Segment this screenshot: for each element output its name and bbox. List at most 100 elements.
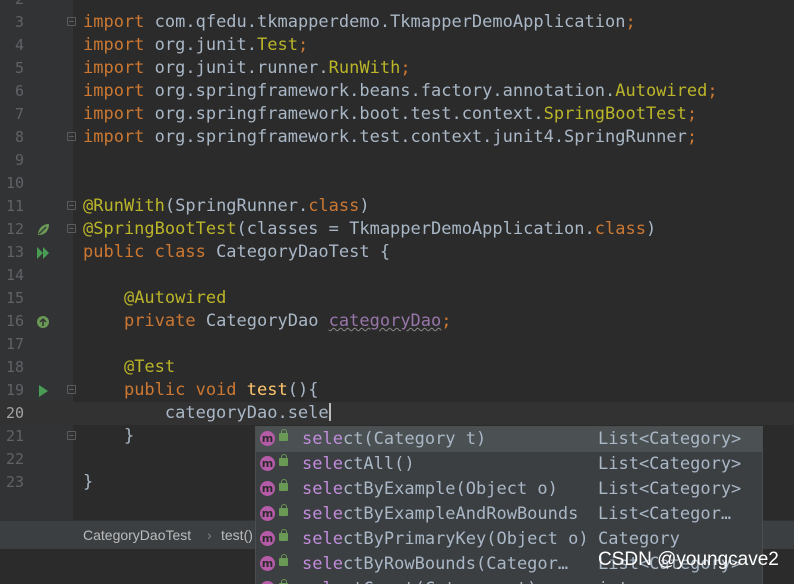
code-line[interactable]: 14 [0,264,794,287]
completion-name: selectByPrimaryKey(Object o) [302,527,589,552]
fold-marker[interactable] [67,17,76,26]
line-number: 9 [14,151,24,169]
code-token: Test [257,35,298,55]
breadcrumb-method[interactable]: test() [221,521,253,549]
code-token: import [83,12,155,32]
line-number: 6 [14,82,24,100]
code-line[interactable]: 5 import org.junit.runner.RunWith; [0,57,794,80]
code-token: ; [686,104,698,124]
code-line[interactable]: 6 import org.springframework.beans.factor… [0,80,794,103]
code-token: Autowired [615,81,708,101]
line-number: 14 [5,266,24,284]
code-line[interactable]: 17 [0,333,794,356]
code-token: org.springframework.beans.factory.annota… [154,81,616,101]
breadcrumb-separator: › [207,527,212,543]
method-icon: m [260,506,275,521]
line-number: 19 [5,381,24,399]
line-number: 12 [5,220,24,238]
code-text: private CategoryDao categoryDao; [83,310,452,333]
method-icon: m [260,531,275,546]
completion-name: selectByRowBounds(Categor… [302,552,568,577]
line-number: 2 [0,0,24,11]
code-line[interactable]: 2 [0,0,794,11]
code-token: @Test [123,357,176,377]
run-test-icon[interactable] [35,383,51,399]
completion-rest: ctByExample(Object o) [342,479,558,499]
code-token: (SpringRunner. [164,196,309,216]
code-line[interactable]: 15 @Autowired [0,287,794,310]
code-text: @SpringBootTest(classes = TkmapperDemoAp… [83,218,656,241]
code-text: } [83,471,93,494]
breadcrumb-class[interactable]: CategoryDaoTest [83,521,191,549]
code-token: import [83,127,155,147]
spring-bean-icon[interactable] [35,222,51,238]
completion-match: sele [302,579,343,584]
completion-item[interactable]: m selectByExampleAndRowBounds List<Categor… [256,502,762,527]
code-text: import org.springframework.test.context.… [83,126,697,149]
code-text: categoryDao.sele [83,402,331,425]
code-line[interactable]: 9 [0,149,794,172]
code-text: } [83,425,134,448]
completion-match: sele [302,504,343,524]
code-token: class [594,219,646,239]
completion-rest: ctByPrimaryKey(Object o) [342,529,589,549]
code-line[interactable]: 7 import org.springframework.boot.test.co… [0,103,794,126]
code-line[interactable]: 10 [0,172,794,195]
code-line[interactable]: 12 @SpringBootTest(classes = TkmapperDemo… [0,218,794,241]
code-line[interactable]: 11 @RunWith(SpringRunner.class) [0,195,794,218]
line-number: 21 [5,427,24,445]
code-line[interactable]: 8 import org.springframework.test.context… [0,126,794,149]
watermark: CSDN @youngcave2 [598,549,779,570]
code-token: ; [707,81,718,101]
code-token: org.springframework.test.context.junit4.… [154,127,687,147]
completion-item[interactable]: m selectByExample(Object o) List<Category> [256,477,762,502]
line-number: 7 [14,105,24,123]
code-token: ; [400,58,411,78]
code-token: } [83,426,135,446]
code-text: import org.springframework.boot.test.con… [83,103,697,126]
fold-marker[interactable] [67,132,76,141]
public-lock-icon [279,504,288,516]
completion-item[interactable]: m selectAll() List<Category> [256,452,762,477]
completion-return-type: List<Category> [598,454,742,474]
completion-rest: ctAll() [342,454,415,474]
fold-marker[interactable] [67,385,76,394]
method-icon: m [260,456,275,471]
code-token: com.qfedu.tkmapperdemo.TkmapperDemoAppli… [154,12,626,32]
line-number: 13 [5,243,24,261]
code-token: @RunWith [83,196,165,216]
completion-return-type: List<Category> [598,429,742,449]
code-line[interactable]: 20 categoryDao.sele [0,402,794,425]
method-icon: m [260,556,275,571]
code-token: (){ [287,380,319,400]
code-text: @RunWith(SpringRunner.class) [83,195,370,218]
code-token: SpringBootTest [543,104,687,124]
code-token: @SpringBootTest [83,219,237,239]
run-class-icon[interactable] [35,245,51,261]
code-text: import com.qfedu.tkmapperdemo.TkmapperDe… [83,11,636,34]
fold-marker[interactable] [67,224,76,233]
code-token: (classes = TkmapperDemoApplication. [236,219,595,239]
public-lock-icon [279,554,288,566]
code-line[interactable]: 18 @Test [0,356,794,379]
code-text: import org.junit.runner.RunWith; [83,57,411,80]
fold-marker[interactable] [67,431,76,440]
line-number: 11 [5,197,24,215]
completion-item[interactable]: m select(Category t) List<Category> [256,427,762,452]
line-number: 20 [5,404,24,422]
code-token: org.springframework.boot.test.context. [154,104,544,124]
code-line[interactable]: 16 private CategoryDao categoryDao; [0,310,794,333]
fold-marker[interactable] [67,201,76,210]
code-token: import [83,81,155,101]
completion-name: selectByExample(Object o) [302,477,558,502]
code-line[interactable]: 4 import org.junit.Test; [0,34,794,57]
code-line[interactable]: 19 public void test(){ [0,379,794,402]
completion-match: sele [302,554,343,574]
code-line[interactable]: 3 import com.qfedu.tkmapperdemo.TkmapperD… [0,11,794,34]
code-line[interactable]: 13 public class CategoryDaoTest { [0,241,794,264]
autowired-navigate-icon[interactable] [35,314,51,330]
code-token: CategoryDao [205,311,329,331]
code-token: categoryDao [328,311,442,331]
line-number: 18 [5,358,24,376]
